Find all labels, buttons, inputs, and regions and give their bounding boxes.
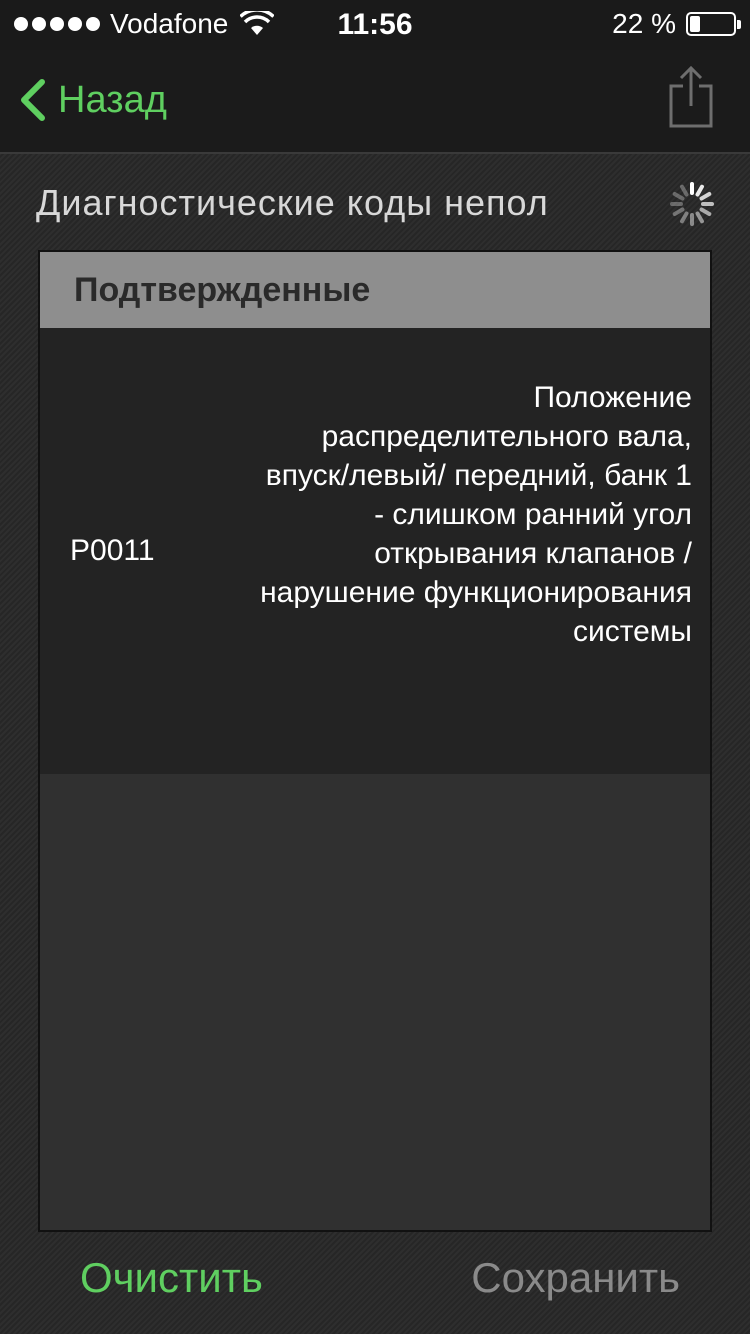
clear-button[interactable]: Очистить	[80, 1254, 263, 1302]
dtc-code: P0011	[70, 534, 155, 567]
codes-panel: Подтвержденные P0011 Положение распредел…	[38, 250, 712, 1232]
battery-percent: 22 %	[612, 8, 676, 39]
section-header-confirmed: Подтвержденные	[40, 252, 710, 328]
status-right: 22 %	[612, 8, 741, 40]
back-button[interactable]: Назад	[18, 78, 167, 122]
share-icon[interactable]	[666, 64, 716, 130]
status-bar: Vodafone 11:56 22 %	[0, 0, 750, 50]
navigation-bar: Назад	[0, 50, 750, 154]
back-label: Назад	[58, 78, 167, 121]
battery-icon	[686, 12, 741, 36]
dtc-description: Положение распределительного вала, впуск…	[260, 381, 692, 648]
page-title: Диагностические коды непол	[36, 182, 549, 223]
title-row: Диагностические коды непол	[36, 180, 716, 230]
table-row[interactable]: P0011 Положение распределительного вала,…	[40, 328, 710, 774]
save-button[interactable]: Сохранить	[471, 1254, 680, 1302]
loading-spinner-icon	[670, 182, 714, 226]
chevron-left-icon	[21, 79, 45, 121]
